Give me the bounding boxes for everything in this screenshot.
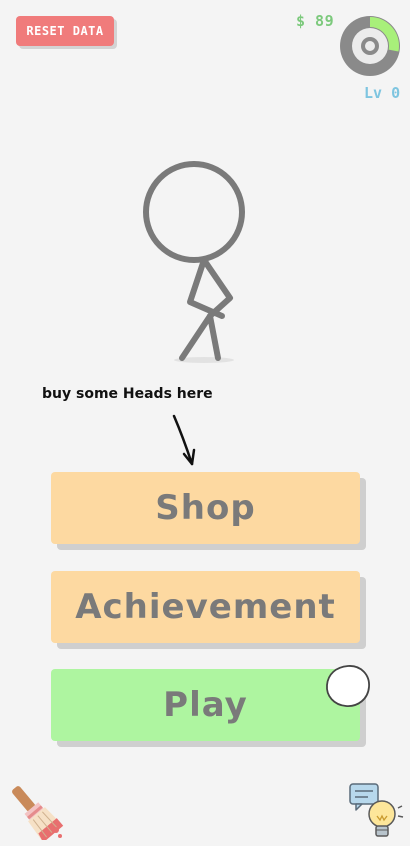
down-arrow-icon bbox=[172, 414, 196, 466]
level-indicator: Lv 0 bbox=[364, 84, 401, 102]
lightbulb-chat-icon[interactable] bbox=[346, 782, 404, 842]
achievement-button[interactable]: Achievement bbox=[51, 571, 360, 643]
play-label: Play bbox=[163, 685, 248, 725]
shop-hint-text: buy some Heads here bbox=[42, 386, 213, 402]
play-button[interactable]: Play bbox=[51, 669, 360, 741]
xp-ring-center bbox=[365, 41, 375, 51]
money-counter: $ 89 bbox=[296, 12, 335, 30]
stickman-head bbox=[143, 161, 245, 263]
stickman-character bbox=[143, 161, 245, 363]
reset-data-label: RESET DATA bbox=[26, 24, 104, 38]
shop-button[interactable]: Shop bbox=[51, 472, 360, 544]
stickman-body bbox=[179, 257, 233, 361]
head-blob-icon bbox=[326, 665, 370, 707]
reset-data-button[interactable]: RESET DATA bbox=[16, 16, 114, 46]
paint-brush-icon[interactable] bbox=[6, 784, 66, 840]
achievement-label: Achievement bbox=[75, 587, 336, 627]
shop-label: Shop bbox=[155, 488, 256, 528]
xp-progress-ring bbox=[340, 16, 400, 76]
